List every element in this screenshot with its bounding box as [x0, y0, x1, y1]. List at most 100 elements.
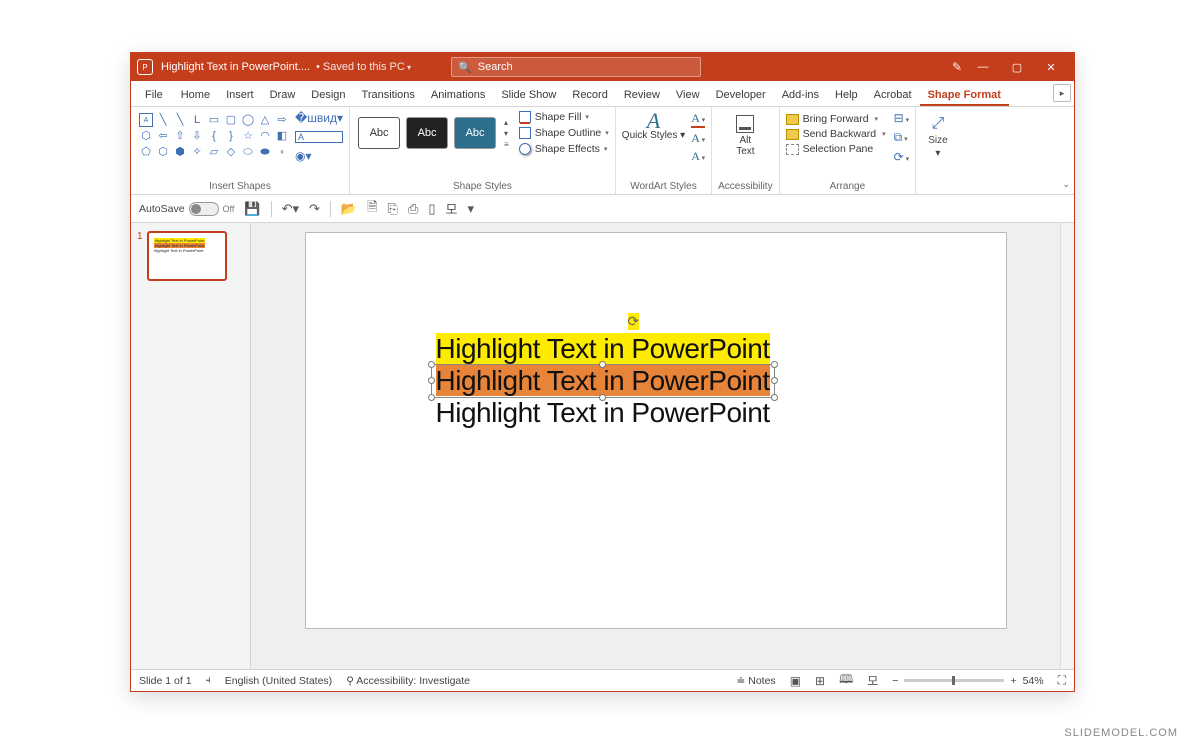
size-button[interactable]: ⤢ Size ▾: [922, 111, 953, 159]
shapes-gallery[interactable]: A ╲ ╲ L ▭ ▢ ◯ △ ⇨ ⬡ ⇦ ⇧ ⇩ { } ☆ ◠: [137, 111, 291, 163]
sorter-view-icon[interactable]: ⊞: [815, 674, 825, 688]
style-preset-1[interactable]: Abc: [358, 117, 400, 149]
qat-icon-2[interactable]: ⎙: [408, 201, 418, 217]
merge-shapes-icon[interactable]: ◉▾: [295, 149, 343, 163]
redo-icon[interactable]: ↷: [309, 201, 320, 217]
shape-brace2-icon[interactable]: }: [224, 129, 238, 143]
text-fill-button[interactable]: A: [691, 111, 705, 128]
tab-design[interactable]: Design: [303, 84, 353, 106]
minimize-button[interactable]: —: [966, 53, 1000, 81]
dictate-icon[interactable]: ✎: [952, 60, 962, 74]
zoom-slider[interactable]: [904, 679, 1004, 682]
selection-pane-button[interactable]: Selection Pane: [786, 143, 886, 155]
shape-hex-icon[interactable]: ⬡: [139, 129, 153, 143]
shape-more7-icon[interactable]: ⬭: [241, 145, 255, 159]
quick-styles-button[interactable]: A: [647, 111, 660, 131]
save-status[interactable]: • Saved to this PC: [316, 61, 411, 73]
shape-arrowl-icon[interactable]: ⇦: [156, 129, 170, 143]
slideshow-view-icon[interactable]: 모: [867, 672, 878, 689]
slide-indicator[interactable]: Slide 1 of 1: [139, 675, 192, 687]
tab-help[interactable]: Help: [827, 84, 866, 106]
shape-style-gallery[interactable]: Abc Abc Abc ▴▾≡: [356, 111, 511, 155]
shape-more4-icon[interactable]: ✧: [190, 145, 204, 159]
slide[interactable]: Highlight Text in PowerPoint ⟳ Highlight…: [306, 233, 1006, 628]
search-box[interactable]: 🔍 Search: [451, 57, 701, 77]
save-icon[interactable]: 💾: [244, 201, 260, 217]
shape-callout-icon[interactable]: ◧: [275, 129, 289, 143]
tab-shape-format[interactable]: Shape Format: [920, 84, 1009, 106]
shape-more8-icon[interactable]: ⬬: [258, 145, 272, 159]
tab-insert[interactable]: Insert: [218, 84, 262, 106]
shape-arc-icon[interactable]: ◠: [258, 129, 272, 143]
shape-line-icon[interactable]: ╲: [156, 113, 170, 127]
qat-icon-4[interactable]: 모: [446, 199, 458, 218]
shape-more2-icon[interactable]: ⬡: [156, 145, 170, 159]
shape-rect-icon[interactable]: ▭: [207, 113, 221, 127]
text-line-3[interactable]: Highlight Text in PowerPoint: [436, 397, 770, 429]
zoom-in-icon[interactable]: +: [1010, 675, 1016, 687]
tab-addins[interactable]: Add-ins: [774, 84, 827, 106]
style-preset-2[interactable]: Abc: [406, 117, 448, 149]
shape-more5-icon[interactable]: ▱: [207, 145, 221, 159]
align-button[interactable]: ⊟: [894, 111, 910, 125]
shape-fill-button[interactable]: Shape Fill: [519, 111, 609, 123]
resize-handle[interactable]: [428, 394, 435, 401]
text-effects-button[interactable]: A: [691, 149, 705, 164]
shape-more9-icon[interactable]: ⬫: [275, 145, 289, 159]
qat-icon-3[interactable]: ▯: [428, 201, 435, 217]
tab-review[interactable]: Review: [616, 84, 668, 106]
shape-more6-icon[interactable]: ◇: [224, 145, 238, 159]
shape-textbox-icon[interactable]: A: [139, 113, 153, 127]
tab-transitions[interactable]: Transitions: [354, 84, 423, 106]
tab-home[interactable]: Home: [173, 84, 218, 106]
shape-arrowr-icon[interactable]: ⇨: [275, 113, 289, 127]
shape-line2-icon[interactable]: ╲: [173, 113, 187, 127]
resize-handle[interactable]: [771, 361, 778, 368]
rotate-handle-icon[interactable]: ⟳: [628, 313, 639, 330]
qat-icon-5[interactable]: ▾: [467, 201, 474, 217]
style-preset-3[interactable]: Abc: [454, 117, 496, 149]
resize-handle[interactable]: [428, 377, 435, 384]
tab-animations[interactable]: Animations: [423, 84, 493, 106]
zoom-level[interactable]: 54%: [1023, 675, 1044, 687]
shape-arrowu-icon[interactable]: ⇧: [173, 129, 187, 143]
shape-brace-icon[interactable]: {: [207, 129, 221, 143]
group-button[interactable]: ⧉: [894, 130, 910, 145]
zoom-out-icon[interactable]: −: [892, 675, 898, 687]
tab-draw[interactable]: Draw: [262, 84, 304, 106]
shape-effects-button[interactable]: Shape Effects: [519, 143, 609, 155]
shape-more3-icon[interactable]: ⬢: [173, 145, 187, 159]
normal-view-icon[interactable]: ▣: [790, 674, 801, 688]
spellcheck-icon[interactable]: ⫞: [206, 674, 211, 687]
shape-outline-button[interactable]: Shape Outline: [519, 127, 609, 139]
style-gallery-more[interactable]: ▴▾≡: [504, 118, 509, 149]
shape-arrowd-icon[interactable]: ⇩: [190, 129, 204, 143]
resize-handle[interactable]: [771, 377, 778, 384]
text-line-1[interactable]: Highlight Text in PowerPoint ⟳: [436, 333, 770, 365]
tab-developer[interactable]: Developer: [708, 84, 774, 106]
language-indicator[interactable]: English (United States): [225, 675, 332, 687]
file-name[interactable]: Highlight Text in PowerPoint....: [161, 61, 310, 73]
ribbon-collapse-button[interactable]: ⌄: [1062, 179, 1070, 190]
edit-shape-icon[interactable]: �швид▾: [295, 111, 343, 125]
tab-acrobat[interactable]: Acrobat: [866, 84, 920, 106]
tab-file[interactable]: File: [135, 84, 173, 106]
shape-star-icon[interactable]: ☆: [241, 129, 255, 143]
slide-canvas-area[interactable]: Highlight Text in PowerPoint ⟳ Highlight…: [251, 223, 1060, 669]
tab-record[interactable]: Record: [564, 84, 615, 106]
text-box-icon[interactable]: A: [295, 131, 343, 143]
send-backward-button[interactable]: Send Backward: [786, 128, 886, 140]
text-line-2-selected[interactable]: Highlight Text in PowerPoint: [436, 365, 770, 397]
tab-slideshow[interactable]: Slide Show: [493, 84, 564, 106]
shape-connector-icon[interactable]: L: [190, 113, 204, 127]
shape-triangle-icon[interactable]: △: [258, 113, 272, 127]
notes-button[interactable]: ≐ Notes: [737, 675, 776, 687]
open-icon[interactable]: 📂: [341, 201, 357, 217]
alt-text-button[interactable]: AltText: [718, 111, 772, 157]
new-icon[interactable]: 🗎: [367, 198, 377, 220]
fit-window-icon[interactable]: ⛶: [1058, 673, 1066, 688]
vertical-scrollbar[interactable]: [1060, 223, 1074, 669]
tab-view[interactable]: View: [668, 84, 708, 106]
rotate-button[interactable]: ⟳: [894, 150, 910, 164]
accessibility-status[interactable]: ⚲ Accessibility: Investigate: [346, 675, 470, 687]
